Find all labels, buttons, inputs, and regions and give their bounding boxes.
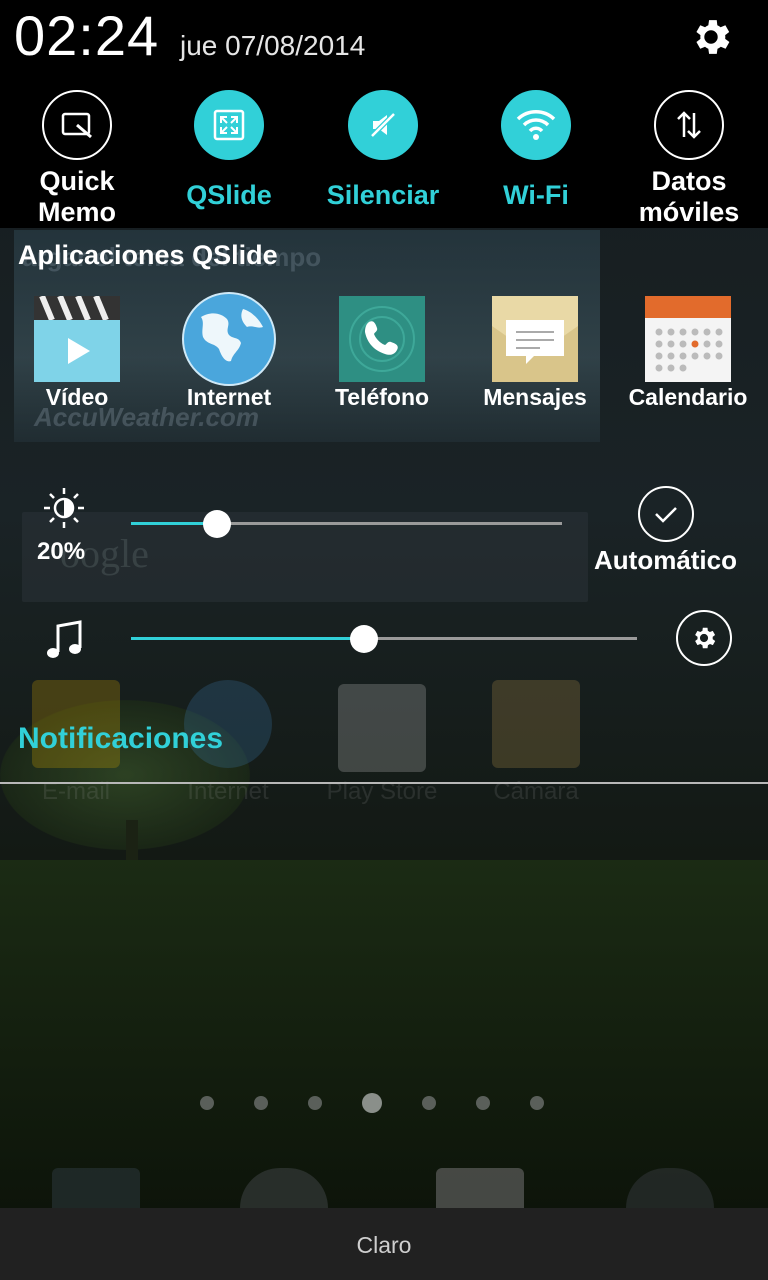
calendar-icon (645, 296, 731, 382)
dock-icon-messages (436, 1168, 524, 1208)
gear-icon (695, 627, 716, 649)
page-dot (530, 1096, 544, 1110)
qslide-app-label: Teléfono (334, 384, 430, 410)
brightness-slider-thumb[interactable] (203, 510, 232, 538)
quick-settings-toggles: Quick Memo QSlide Silenciar Wi-Fi Datos mó… (0, 70, 768, 228)
messages-icon (492, 296, 578, 382)
check-icon (655, 507, 677, 523)
qslide-app-telefono[interactable]: Teléfono (305, 296, 459, 411)
qslide-app-mensajes[interactable]: Mensajes (458, 296, 612, 411)
qslide-app-calendario[interactable]: Calendario (611, 296, 765, 411)
play-store-app-icon (338, 684, 426, 772)
notifications-title: Notificaciones (18, 722, 224, 755)
toggle-wifi[interactable]: Wi-Fi (459, 90, 613, 211)
music-note-icon (46, 620, 82, 665)
mute-icon (348, 90, 418, 160)
qslide-app-video[interactable]: Vídeo (0, 294, 154, 411)
brightness-percent: 20% (37, 538, 86, 565)
wifi-icon (501, 90, 571, 160)
clock: 02:24 (14, 4, 160, 67)
toggle-quick-memo[interactable]: Quick Memo (0, 90, 154, 228)
volume-slider-fill (131, 637, 364, 640)
quick-memo-icon (42, 90, 112, 160)
page-dot (476, 1096, 490, 1110)
qslide-app-label: Calendario (628, 384, 748, 410)
toggle-label: Wi-Fi (503, 180, 569, 210)
brightness-slider-track[interactable] (131, 522, 562, 525)
toggle-label: Silenciar (326, 180, 440, 210)
toggle-silenciar[interactable]: Silenciar (306, 90, 460, 211)
settings-gear-icon[interactable] (688, 14, 734, 60)
toggle-qslide[interactable]: QSlide (152, 90, 306, 211)
qslide-icon (194, 90, 264, 160)
toggle-label: Datos móviles (638, 166, 740, 227)
carrier-label: Claro (356, 1232, 412, 1258)
phone-icon (339, 296, 425, 382)
auto-brightness-checkbox[interactable] (638, 486, 694, 542)
qslide-apps-title: Aplicaciones QSlide (18, 240, 278, 270)
page-indicator (200, 1093, 584, 1113)
brightness-icon (42, 486, 86, 535)
sound-settings-button[interactable] (676, 610, 732, 666)
grass-wallpaper (0, 860, 768, 1210)
qslide-app-label: Vídeo (45, 384, 109, 410)
camera-app-icon (492, 680, 580, 768)
video-icon (34, 294, 120, 382)
qslide-app-label: Mensajes (483, 384, 587, 410)
mobile-data-icon (654, 90, 724, 160)
qslide-app-internet[interactable]: Internet (152, 292, 306, 411)
status-header: 02:24 jue 07/08/2014 (0, 0, 768, 70)
page-dot (254, 1096, 268, 1110)
page-dot (200, 1096, 214, 1110)
notifications-divider (0, 782, 768, 784)
page-dot (308, 1096, 322, 1110)
page-dot (422, 1096, 436, 1110)
toggle-label: Quick Memo (37, 166, 116, 227)
volume-slider-track[interactable] (131, 637, 637, 640)
volume-slider-thumb[interactable] (349, 625, 378, 653)
auto-brightness-label: Automático (594, 545, 737, 575)
dock-icon-phone (52, 1168, 140, 1208)
qslide-app-label: Internet (186, 384, 272, 410)
toggle-datos-moviles[interactable]: Datos móviles (612, 90, 766, 228)
page-dot-active (362, 1093, 382, 1113)
toggle-label: QSlide (186, 180, 272, 210)
date: jue 07/08/2014 (180, 30, 366, 61)
globe-icon (182, 292, 276, 386)
